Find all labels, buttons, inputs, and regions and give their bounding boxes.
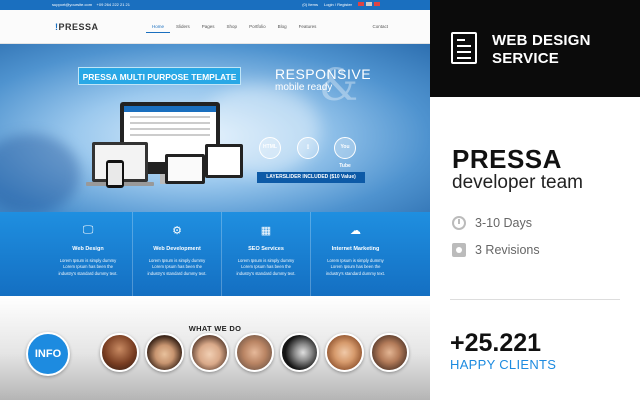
avatar[interactable] <box>235 333 274 372</box>
service-web-design[interactable]: 🖵 Web Design Lorem Ipsum is simply dummy… <box>44 212 133 296</box>
layerslider-label: LAYERSLIDER INCLUDED ($10 Value) <box>257 172 365 183</box>
project-subtitle: developer team <box>452 172 583 193</box>
responsive-tagline: & RESPONSIVE mobile ready <box>275 60 372 111</box>
topbar-cart[interactable]: (0) Items <box>302 2 318 7</box>
avatar[interactable] <box>280 333 319 372</box>
hero-slider: PRESSA MULTI PURPOSE TEMPLATE & RESPONSI… <box>0 44 430 212</box>
hero-badge: PRESSA MULTI PURPOSE TEMPLATE <box>78 67 241 85</box>
revisions: 3 Revisions <box>452 243 540 257</box>
flag-icon[interactable] <box>358 2 364 6</box>
service-title: WEB DESIGN SERVICE <box>492 32 591 67</box>
template-preview: support@yoursite.com +09 264 222 21 21 (… <box>0 0 430 400</box>
services-row: 🖵 Web Design Lorem Ipsum is simply dummy… <box>0 212 430 296</box>
avatar[interactable] <box>100 333 139 372</box>
menu-item-shop[interactable]: Shop <box>221 24 244 33</box>
topbar-login[interactable]: Login / Register <box>324 2 352 7</box>
what-we-do-heading: WHAT WE DO <box>188 324 242 333</box>
flag-icon[interactable] <box>374 2 380 6</box>
menu-item-portfolio[interactable]: Portfolio <box>243 24 272 33</box>
client-count: +25.221 <box>450 329 542 357</box>
menu-item-sliders[interactable]: Sliders <box>170 24 196 33</box>
monitor-mockup <box>205 144 243 178</box>
youtube-icon: You Tube <box>334 137 356 169</box>
menu-item-features[interactable]: Features <box>293 24 323 33</box>
clock-icon <box>452 216 466 230</box>
phone-mockup <box>106 160 124 188</box>
preview-topbar: support@yoursite.com +09 264 222 21 21 (… <box>0 0 430 10</box>
gear-icon: ⚙ <box>172 225 182 237</box>
team-avatars <box>100 333 409 372</box>
avatar[interactable] <box>190 333 229 372</box>
revision-icon <box>452 243 466 257</box>
nav-contact[interactable]: Contact <box>372 24 388 29</box>
topbar-email: support@yoursite.com <box>52 2 93 7</box>
tablet-mockup <box>165 154 205 184</box>
language-flags[interactable] <box>358 2 380 7</box>
monitor-icon: 🖵 <box>82 224 94 236</box>
menu-item-blog[interactable]: Blog <box>272 24 293 33</box>
team-section: WHAT WE DO INFO <box>0 296 430 400</box>
client-count-label: HAPPY CLIENTS <box>450 357 557 372</box>
service-seo[interactable]: ▦ SEO Services Lorem Ipsum is simply dum… <box>222 212 311 296</box>
service-web-development[interactable]: ⚙ Web Development Lorem Ipsum is simply … <box>133 212 222 296</box>
flag-icon[interactable] <box>366 2 372 6</box>
menu-item-pages[interactable]: Pages <box>196 24 221 33</box>
project-name: PRESSA <box>452 144 562 174</box>
panel-header: WEB DESIGN SERVICE <box>430 0 640 97</box>
avatar[interactable] <box>370 333 409 372</box>
html5-icon: HTML <box>259 137 281 159</box>
mobile-icon: ▯ <box>297 137 319 159</box>
grid-icon: ▦ <box>260 225 272 237</box>
info-button[interactable]: INFO <box>26 332 70 376</box>
topbar-phone: +09 264 222 21 21 <box>96 2 131 7</box>
document-icon <box>451 32 477 64</box>
menu-item-home[interactable]: Home <box>146 24 171 33</box>
preview-navbar: !PRESSA Home Sliders Pages Shop Portfoli… <box>0 10 430 44</box>
avatar[interactable] <box>325 333 364 372</box>
avatar[interactable] <box>145 333 184 372</box>
ampersand-glyph: & <box>319 60 359 111</box>
cloud-icon: ☁ <box>350 225 361 237</box>
delivery-time: 3-10 Days <box>452 216 532 230</box>
info-panel: WEB DESIGN SERVICE PRESSA developer team… <box>430 0 640 400</box>
service-card: support@yoursite.com +09 264 222 21 21 (… <box>0 0 640 400</box>
divider <box>450 299 620 300</box>
service-internet-marketing[interactable]: ☁ Internet Marketing Lorem Ipsum is simp… <box>311 212 400 296</box>
preview-logo[interactable]: !PRESSA <box>55 22 99 32</box>
preview-menu: Home Sliders Pages Shop Portfolio Blog F… <box>146 24 322 33</box>
